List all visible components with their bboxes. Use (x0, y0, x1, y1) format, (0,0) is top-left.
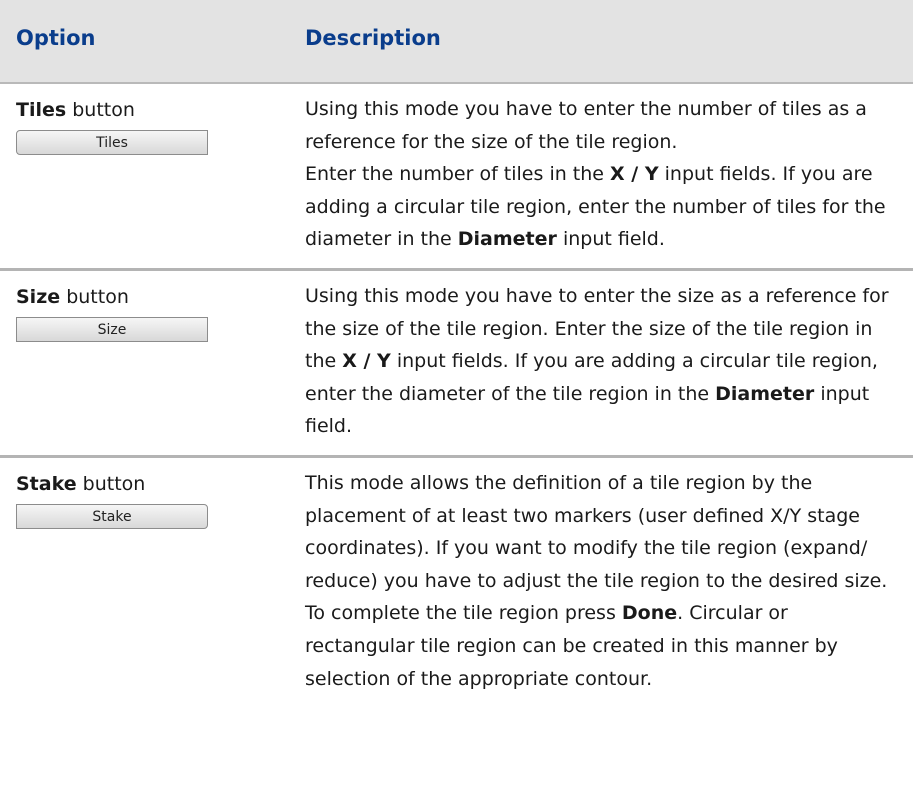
size-button[interactable]: Size (16, 317, 208, 342)
description-text: Enter the number of tiles in the (305, 163, 611, 186)
column-header-description: Description (305, 26, 441, 50)
table-header: Option Description (0, 0, 913, 84)
description-text: Using this mode you have to enter the nu… (305, 98, 867, 153)
option-title: Stake button (16, 470, 276, 498)
option-cell: Tiles button Tiles (16, 96, 276, 155)
description-cell: Using this mode you have to enter the nu… (305, 93, 899, 256)
field-name: Diameter (457, 228, 557, 251)
field-name: Diameter (715, 382, 815, 405)
option-cell: Size button Size (16, 283, 276, 342)
tiles-button[interactable]: Tiles (16, 130, 208, 155)
option-name: Tiles (16, 99, 67, 121)
description-cell: This mode allows the definition of a til… (305, 467, 899, 695)
table-row: Stake button Stake This mode allows the … (0, 458, 913, 800)
stake-button[interactable]: Stake (16, 504, 208, 529)
table-row: Tiles button Tiles Using this mode you h… (0, 84, 913, 271)
button-name: Done (621, 602, 678, 625)
option-cell: Stake button Stake (16, 470, 276, 529)
field-name: X / Y (610, 163, 659, 186)
option-suffix: button (66, 99, 135, 121)
column-header-option: Option (16, 26, 96, 50)
description-text: This mode allows the definition of a til… (305, 472, 888, 625)
option-title: Size button (16, 283, 276, 311)
options-table: Option Description Tiles button Tiles Us… (0, 0, 913, 800)
description-text: input field. (556, 228, 665, 251)
option-suffix: button (60, 286, 129, 308)
table-row: Size button Size Using this mode you hav… (0, 271, 913, 458)
option-name: Stake (16, 473, 77, 495)
field-name: X / Y (342, 350, 391, 373)
option-title: Tiles button (16, 96, 276, 124)
option-suffix: button (76, 473, 146, 495)
description-cell: Using this mode you have to enter the si… (305, 280, 899, 443)
option-name: Size (16, 286, 61, 308)
